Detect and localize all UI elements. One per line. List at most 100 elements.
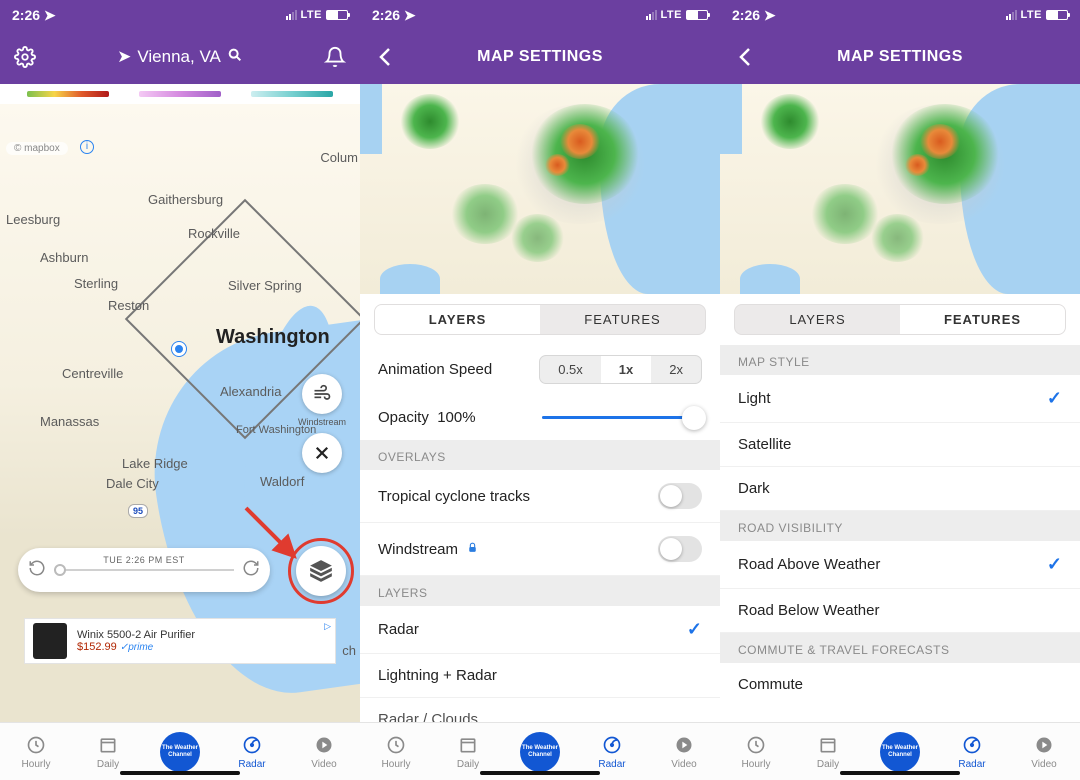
style-light[interactable]: Light ✓	[720, 375, 1080, 423]
play-icon	[313, 734, 335, 756]
checkmark-icon: ✓	[687, 619, 702, 640]
timeline-scrubber[interactable]: TUE 2:26 PM EST	[18, 548, 270, 592]
back-arrow-icon[interactable]	[374, 45, 398, 69]
tab-label: Video	[1031, 759, 1056, 770]
tab-label: Hourly	[22, 759, 51, 770]
settings-map-preview	[360, 84, 720, 294]
tab-video[interactable]: Video	[1008, 723, 1080, 780]
setting-label: Opacity	[378, 409, 429, 426]
settings-scroll[interactable]: LAYERS FEATURES MAP STYLE Light ✓ Satell…	[720, 294, 1080, 722]
opacity-row: Opacity 100%	[360, 394, 720, 440]
back-arrow-icon[interactable]	[734, 45, 758, 69]
layer-lightning[interactable]: Lightning + Radar	[360, 654, 720, 698]
style-dark[interactable]: Dark	[720, 467, 1080, 511]
home-indicator[interactable]	[480, 771, 600, 775]
battery-icon	[326, 10, 348, 20]
map-layer-popover: Windstream	[298, 374, 346, 473]
section-commute: COMMUTE & TRAVEL FORECASTS	[720, 633, 1080, 663]
toggle-off[interactable]	[658, 536, 702, 562]
radar-icon	[961, 734, 983, 756]
item-label: Lightning + Radar	[378, 667, 497, 684]
segment-features[interactable]: FEATURES	[540, 305, 705, 334]
clock-icon	[745, 734, 767, 756]
overlay-tropical[interactable]: Tropical cyclone tracks	[360, 470, 720, 523]
carrier-label: LTE	[301, 9, 322, 21]
tab-video[interactable]: Video	[648, 723, 720, 780]
rewind-icon[interactable]	[28, 559, 46, 582]
tab-hourly[interactable]: Hourly	[360, 723, 432, 780]
info-icon[interactable]: i	[80, 140, 94, 154]
home-indicator[interactable]	[120, 771, 240, 775]
tab-hourly[interactable]: Hourly	[0, 723, 72, 780]
map-layers-button[interactable]	[296, 546, 346, 596]
screen-radar-map: 2:26 ➤ LTE ➤ Vienna, VA © mapbox	[0, 0, 360, 780]
item-label: Road Below Weather	[738, 602, 879, 619]
map-label: Centreville	[62, 366, 123, 381]
commute-item[interactable]: Commute	[720, 663, 1080, 706]
speed-option[interactable]: 2x	[651, 356, 701, 383]
settings-gear-icon[interactable]	[14, 46, 36, 68]
play-icon	[673, 734, 695, 756]
road-below[interactable]: Road Below Weather	[720, 589, 1080, 633]
close-layer-popover[interactable]	[302, 433, 342, 473]
forward-icon[interactable]	[242, 559, 260, 582]
battery-icon	[686, 10, 708, 20]
location-text: Vienna, VA	[137, 47, 221, 67]
home-indicator[interactable]	[840, 771, 960, 775]
section-layers: LAYERS	[360, 576, 720, 606]
tab-label: Video	[671, 759, 696, 770]
segment-layers[interactable]: LAYERS	[375, 305, 540, 334]
item-label: Tropical cyclone tracks	[378, 488, 530, 505]
notifications-bell-icon[interactable]	[324, 46, 346, 68]
tab-hourly[interactable]: Hourly	[720, 723, 792, 780]
segment-layers[interactable]: LAYERS	[735, 305, 900, 334]
map-canvas[interactable]: © mapbox i Colum Gaithersburg Leesburg R…	[0, 104, 360, 722]
item-label: Dark	[738, 480, 770, 497]
speed-option[interactable]: 0.5x	[540, 356, 601, 383]
overlay-windstream[interactable]: Windstream	[360, 523, 720, 576]
map-label: Alexandria	[220, 384, 281, 399]
location-arrow-icon: ➤	[44, 7, 56, 23]
item-label: Radar / Clouds	[378, 711, 478, 722]
map-label-primary: Washington	[216, 326, 330, 349]
adchoices-icon[interactable]: ▷	[324, 621, 331, 632]
section-road-visibility: ROAD VISIBILITY	[720, 511, 1080, 541]
windstream-layer-button[interactable]	[302, 374, 342, 414]
legend-rain	[27, 91, 109, 97]
ad-price: $152.99	[77, 641, 117, 653]
screen-map-settings-layers: 2:26 ➤ LTE MAP SETTINGS LAYERS FEATURES …	[360, 0, 720, 780]
page-title: MAP SETTINGS	[837, 48, 963, 66]
map-label: Dale City	[106, 476, 159, 491]
speed-option[interactable]: 1x	[601, 356, 651, 383]
map-label: Reston	[108, 298, 149, 313]
ad-banner[interactable]: Winix 5500-2 Air Purifier $152.99 ✓prime…	[24, 618, 336, 664]
map-label: Rockville	[188, 226, 240, 241]
ad-prime-badge: ✓prime	[120, 642, 153, 653]
style-satellite[interactable]: Satellite	[720, 423, 1080, 467]
twc-logo-icon: The Weather Channel	[520, 732, 560, 772]
location-selector[interactable]: ➤ Vienna, VA	[117, 47, 243, 68]
toggle-off[interactable]	[658, 483, 702, 509]
lock-icon	[466, 541, 479, 554]
map-label: Leesburg	[6, 212, 60, 227]
timeline-knob[interactable]	[54, 564, 66, 576]
settings-scroll[interactable]: LAYERS FEATURES Animation Speed 0.5x 1x …	[360, 294, 720, 722]
map-label: Sterling	[74, 276, 118, 291]
page-title: MAP SETTINGS	[477, 48, 603, 66]
map-label: Colum	[320, 150, 358, 165]
layer-radar-clouds[interactable]: Radar / Clouds	[360, 698, 720, 722]
settings-header: MAP SETTINGS	[360, 30, 720, 84]
calendar-icon	[97, 734, 119, 756]
tab-video[interactable]: Video	[288, 723, 360, 780]
timeline-track[interactable]: TUE 2:26 PM EST	[54, 569, 234, 571]
road-above[interactable]: Road Above Weather ✓	[720, 541, 1080, 589]
segment-features[interactable]: FEATURES	[900, 305, 1065, 334]
radar-icon	[601, 734, 623, 756]
animation-speed-picker: 0.5x 1x 2x	[539, 355, 702, 384]
opacity-slider[interactable]	[542, 404, 702, 430]
checkmark-icon: ✓	[1047, 388, 1062, 409]
play-icon	[1033, 734, 1055, 756]
layer-radar[interactable]: Radar ✓	[360, 606, 720, 654]
tab-label: Hourly	[382, 759, 411, 770]
current-location-dot	[172, 342, 186, 356]
